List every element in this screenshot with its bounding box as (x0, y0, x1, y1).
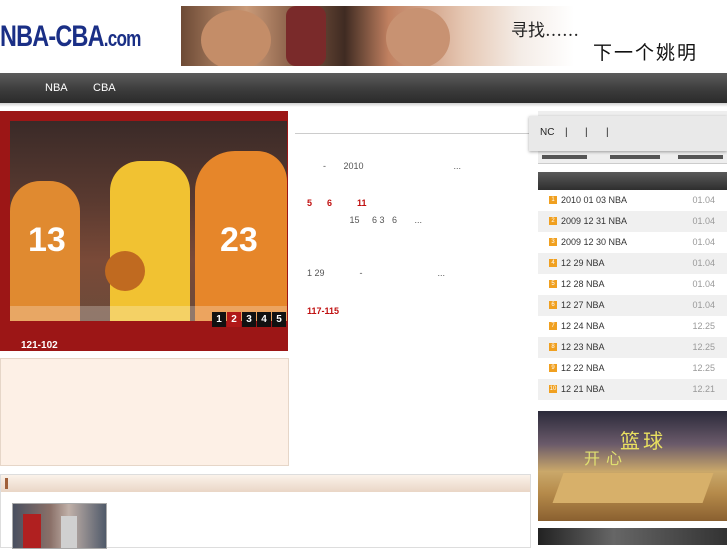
list-item-title[interactable]: 12 29 NBA (561, 258, 605, 268)
pager-5[interactable]: 5 (272, 312, 286, 327)
rank-badge: 7 (549, 322, 557, 330)
promo-subtitle: 开心 (584, 449, 629, 468)
banner-jersey (286, 6, 326, 66)
list-header (538, 172, 727, 190)
header-marker (5, 478, 8, 489)
list-item[interactable]: 5 12 28 NBA 01.04 (538, 274, 727, 295)
basketball (105, 251, 145, 291)
list-item-title[interactable]: 2010 01 03 NBA (561, 195, 627, 205)
list-item[interactable]: 4 12 29 NBA 01.04 (538, 253, 727, 274)
list-item-title[interactable]: 12 21 NBA (561, 384, 605, 394)
site-logo[interactable]: NBA-CBA.com (0, 20, 141, 54)
pager-4[interactable]: 4 (257, 312, 271, 327)
rank-badge: 9 (549, 364, 557, 372)
nav-item-nba[interactable]: NBA (45, 82, 68, 94)
toolbar-item-nc[interactable]: NC (540, 127, 554, 138)
list-item-title[interactable]: 12 27 NBA (561, 300, 605, 310)
tv-shape-left (542, 155, 587, 159)
list-item-title[interactable]: 12 23 NBA (561, 342, 605, 352)
header-banner[interactable]: 寻找…… 下一个姚明 (181, 6, 727, 66)
jersey-number-right: 23 (220, 221, 258, 259)
logo-main: NBA-CBA (0, 20, 105, 53)
right-bottom-image[interactable] (538, 528, 727, 545)
jersey-number-left: 13 (28, 221, 66, 259)
logo-suffix: .com (103, 26, 142, 51)
pager-3[interactable]: 3 (242, 312, 256, 327)
list-item[interactable]: 3 2009 12 30 NBA 01.04 (538, 232, 727, 253)
rank-badge: 3 (549, 238, 557, 246)
tv-shape-center (610, 155, 660, 159)
court-floor (552, 473, 714, 503)
floating-toolbar: NC | | | (529, 116, 727, 151)
featured-slideshow: 13 23 1 2 3 4 5 121-102 (0, 111, 288, 351)
pager-1[interactable]: 1 (212, 312, 226, 327)
banner-face-right (386, 8, 450, 66)
list-item[interactable]: 1 2010 01 03 NBA 01.04 (538, 190, 727, 211)
list-item-title[interactable]: 2009 12 31 NBA (561, 216, 627, 226)
list-item[interactable]: 6 12 27 NBA 01.04 (538, 295, 727, 316)
nav-item-cba[interactable]: CBA (93, 82, 116, 94)
rank-badge: 6 (549, 301, 557, 309)
tv-shape-right (678, 155, 723, 159)
rank-badge: 4 (549, 259, 557, 267)
banner-line2: 下一个姚明 (593, 42, 699, 64)
news-headline[interactable]: 117-115 (307, 306, 339, 316)
content-box (0, 474, 531, 549)
list-item[interactable]: 7 12 24 NBA 12.25 (538, 316, 727, 337)
news-headline[interactable]: 5 6 11 (307, 198, 367, 208)
player-center (110, 161, 190, 321)
slideshow-pager: 1 2 3 4 5 (212, 312, 286, 327)
rank-badge: 8 (549, 343, 557, 351)
news-list: 1 2010 01 03 NBA 01.04 2 2009 12 31 NBA 01.0… (538, 190, 727, 400)
content-box-header (1, 475, 530, 492)
news-divider (295, 133, 529, 134)
list-item[interactable]: 9 12 22 NBA 12.25 (538, 358, 727, 379)
list-item[interactable]: 10 12 21 NBA 12.21 (538, 379, 727, 400)
main-nav: NBA CBA (0, 73, 727, 103)
list-item-title[interactable]: 12 22 NBA (561, 363, 605, 373)
list-item-title[interactable]: 2009 12 30 NBA (561, 237, 627, 247)
rank-badge: 5 (549, 280, 557, 288)
rank-badge: 10 (549, 385, 557, 393)
list-item-date: 01.04 (692, 195, 715, 205)
rank-badge: 1 (549, 196, 557, 204)
list-item-date: 12.25 (692, 363, 715, 373)
list-item-date: 01.04 (692, 300, 715, 310)
list-item-date: 01.04 (692, 279, 715, 289)
banner-face-left (201, 10, 271, 66)
nav-shadow (0, 103, 727, 107)
toolbar-separator: | (585, 127, 588, 138)
basketball-promo-image[interactable]: 篮球 开心 (538, 411, 727, 521)
toolbar-separator: | (565, 127, 568, 138)
list-item-date: 01.04 (692, 258, 715, 268)
promo-panel (0, 358, 289, 466)
list-item-date: 01.04 (692, 237, 715, 247)
banner-line1: 寻找…… (511, 21, 579, 41)
list-item[interactable]: 2 2009 12 31 NBA 01.04 (538, 211, 727, 232)
content-thumbnail[interactable] (12, 503, 107, 549)
list-item-title[interactable]: 12 24 NBA (561, 321, 605, 331)
thumb-player-right (61, 516, 77, 548)
thumb-player-left (23, 514, 41, 548)
news-item[interactable]: 15 6 3 6 ... (307, 215, 423, 225)
pager-2[interactable]: 2 (227, 312, 241, 327)
news-item[interactable]: - 2010 ... (323, 161, 461, 171)
list-item-date: 12.25 (692, 321, 715, 331)
list-item-date: 01.04 (692, 216, 715, 226)
slideshow-image[interactable]: 13 23 (10, 121, 287, 321)
list-item[interactable]: 8 12 23 NBA 12.25 (538, 337, 727, 358)
news-item[interactable]: 1 29 - ... (307, 268, 445, 278)
list-item-date: 12.25 (692, 342, 715, 352)
rank-badge: 2 (549, 217, 557, 225)
toolbar-separator: | (606, 127, 609, 138)
list-item-title[interactable]: 12 28 NBA (561, 279, 605, 289)
list-item-date: 12.21 (692, 384, 715, 394)
slideshow-caption[interactable]: 121-102 (21, 340, 58, 351)
